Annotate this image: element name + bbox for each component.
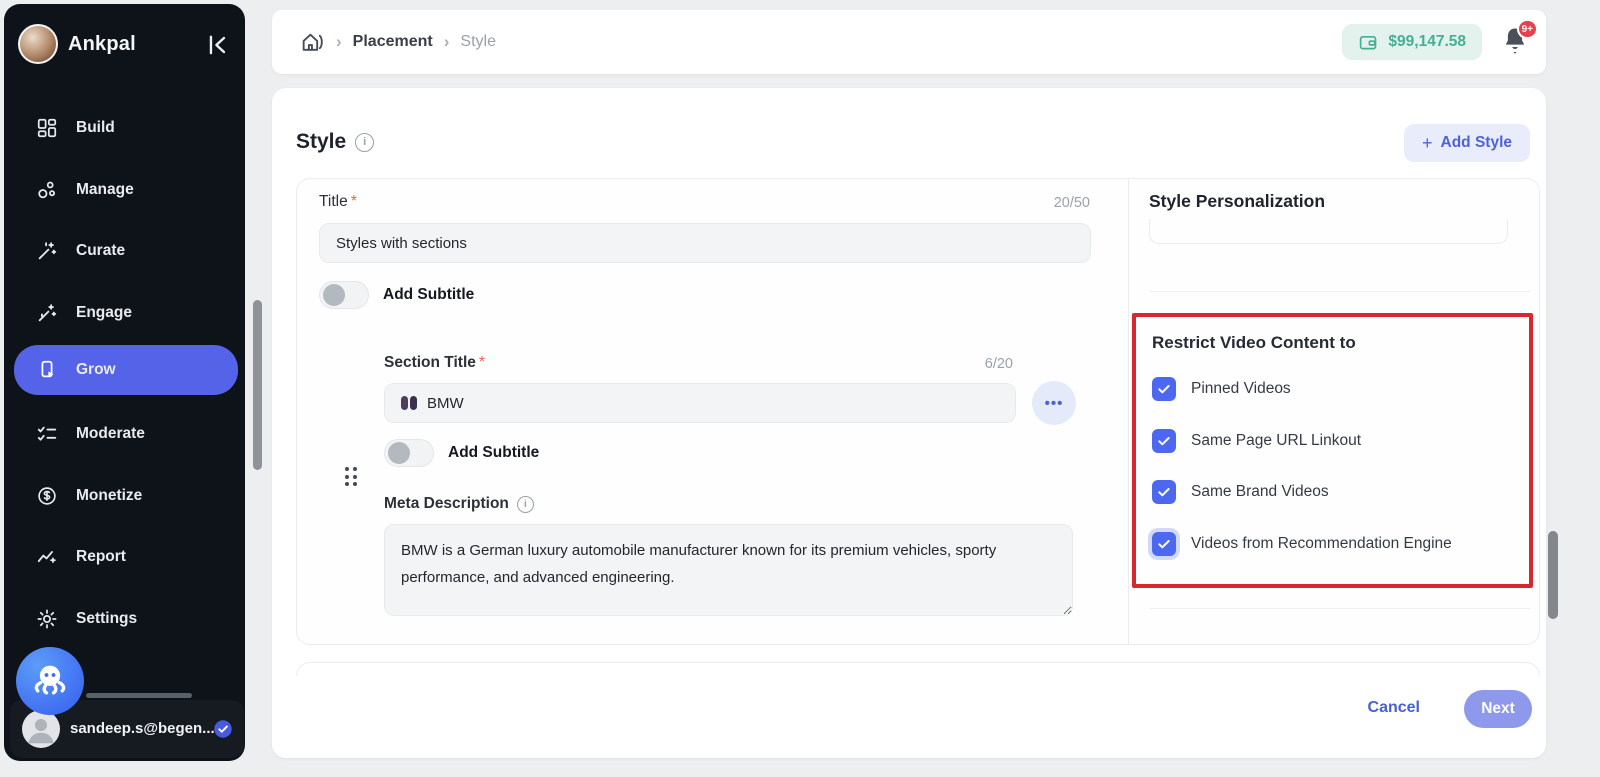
page-title: Style i — [296, 130, 374, 154]
meta-description-textarea[interactable]: BMW is a German luxury automobile manufa… — [384, 524, 1073, 616]
checkbox-checked-icon[interactable] — [1152, 429, 1176, 453]
checkbox-checked-icon[interactable] — [1152, 532, 1176, 556]
sidebar-item-manage[interactable]: Manage — [14, 168, 238, 212]
add-style-button[interactable]: + Add Style — [1404, 124, 1530, 162]
gear-icon — [36, 608, 58, 630]
trend-icon — [36, 546, 58, 568]
meta-description-label: Meta Description i — [384, 495, 534, 513]
home-icon[interactable] — [300, 30, 325, 55]
add-subtitle-row: Add Subtitle — [319, 281, 474, 309]
info-icon[interactable]: i — [517, 496, 534, 513]
breadcrumb-bar: › Placement › Style $99,147.58 9+ — [272, 10, 1546, 74]
section-title-input[interactable]: BMW — [384, 383, 1016, 423]
section-add-subtitle-toggle[interactable] — [384, 439, 434, 467]
option-same-brand-videos[interactable]: Same Brand Videos — [1152, 480, 1329, 504]
sidebar-item-label: Settings — [76, 610, 137, 628]
sidebar-item-curate[interactable]: Curate — [14, 229, 238, 273]
device-play-icon — [36, 359, 58, 381]
breadcrumb-style: Style — [460, 33, 496, 51]
info-icon[interactable]: i — [355, 133, 374, 152]
sidebar-item-settings[interactable]: Settings — [14, 597, 238, 641]
toggle-knob — [323, 284, 345, 306]
sidebar-item-build[interactable]: Build — [14, 106, 238, 150]
sidebar-item-engage[interactable]: Engage — [14, 291, 238, 335]
restrict-heading: Restrict Video Content to — [1152, 333, 1356, 353]
plus-icon: + — [1422, 133, 1433, 154]
sidebar-item-label: Manage — [76, 181, 134, 199]
section-title-label: Section Title* — [384, 354, 485, 372]
grid-icon — [36, 117, 58, 139]
wand-sparkles-icon — [36, 302, 58, 324]
dollar-circle-icon — [36, 485, 58, 507]
section-title-value: BMW — [427, 395, 464, 412]
sidebar-collapse-icon[interactable] — [205, 32, 231, 58]
checkbox-checked-icon[interactable] — [1152, 480, 1176, 504]
assistant-octopus-button[interactable] — [16, 647, 84, 715]
title-label: Title* — [319, 193, 357, 211]
sidebar-item-label: Curate — [76, 242, 125, 260]
option-same-page-url-linkout[interactable]: Same Page URL Linkout — [1152, 429, 1361, 453]
option-pinned-videos[interactable]: Pinned Videos — [1152, 377, 1291, 401]
nodes-icon — [36, 179, 58, 201]
sidebar-item-label: Monetize — [76, 487, 142, 505]
breadcrumb-separator: › — [444, 32, 450, 52]
user-avatar — [22, 710, 60, 748]
title-char-counter: 20/50 — [1054, 195, 1090, 211]
panel-vertical-scrollbar[interactable] — [1548, 531, 1558, 619]
next-button[interactable]: Next — [1464, 690, 1532, 728]
section-more-button[interactable]: ••• — [1032, 381, 1076, 425]
sidebar-horizontal-scrollbar[interactable] — [86, 693, 192, 698]
octopus-icon — [29, 660, 71, 702]
wallet-balance: $99,147.58 — [1388, 33, 1466, 51]
section-char-counter: 6/20 — [985, 356, 1013, 372]
style-personalization-panel: Style Personalization Restrict Video Con… — [1129, 179, 1540, 644]
notification-count-badge: 9+ — [1517, 19, 1538, 39]
required-marker: * — [479, 354, 485, 371]
sidebar-item-grow[interactable]: Grow — [14, 345, 238, 395]
sidebar: Ankpal Build Manage — [4, 4, 245, 761]
app-name: Ankpal — [68, 33, 136, 56]
sidebar-item-moderate[interactable]: Moderate — [14, 412, 238, 456]
sidebar-item-report[interactable]: Report — [14, 535, 238, 579]
sidebar-item-label: Build — [76, 119, 115, 137]
wallet-icon — [1358, 32, 1379, 53]
form-footer: Cancel Next — [272, 676, 1546, 758]
cutoff-field — [1149, 219, 1508, 244]
add-subtitle-toggle[interactable] — [319, 281, 369, 309]
sidebar-item-label: Engage — [76, 304, 132, 322]
breadcrumb-separator: › — [336, 32, 342, 52]
sidebar-item-label: Report — [76, 548, 126, 566]
personalization-title: Style Personalization — [1149, 191, 1325, 212]
required-marker: * — [351, 193, 357, 210]
checklist-icon — [36, 423, 58, 445]
toggle-knob — [388, 442, 410, 464]
add-subtitle-label: Add Subtitle — [383, 286, 474, 304]
workspace-avatar[interactable] — [18, 24, 58, 64]
sidebar-item-label: Grow — [76, 361, 116, 379]
style-form: Title* 20/50 Add Subtitle Section Title*… — [297, 179, 1129, 644]
option-videos-from-recommendation-engine[interactable]: Videos from Recommendation Engine — [1152, 532, 1452, 556]
bmw-emoji-icon — [401, 396, 417, 410]
divider — [1149, 608, 1531, 609]
wand-icon — [36, 240, 58, 262]
user-email: sandeep.s@begen... — [70, 720, 215, 737]
restrict-video-highlight-box: Restrict Video Content to Pinned Videos … — [1132, 313, 1533, 588]
section-add-subtitle-row: Add Subtitle — [384, 439, 539, 467]
divider — [1149, 291, 1531, 292]
wallet-balance-badge[interactable]: $99,147.58 — [1342, 24, 1482, 60]
title-input[interactable] — [319, 223, 1091, 263]
notifications-button[interactable]: 9+ — [1500, 24, 1534, 60]
section-drag-handle-icon[interactable] — [345, 467, 360, 491]
style-editor-container: Title* 20/50 Add Subtitle Section Title*… — [296, 178, 1540, 645]
section-add-subtitle-label: Add Subtitle — [448, 444, 539, 462]
sidebar-item-monetize[interactable]: Monetize — [14, 474, 238, 518]
sidebar-item-label: Moderate — [76, 425, 145, 443]
app: Ankpal Build Manage — [0, 0, 1600, 777]
verified-badge-icon — [212, 718, 234, 740]
cancel-button[interactable]: Cancel — [1362, 698, 1426, 718]
breadcrumb-placement[interactable]: Placement — [353, 33, 433, 51]
checkbox-checked-icon[interactable] — [1152, 377, 1176, 401]
page-vertical-scrollbar[interactable] — [253, 300, 262, 470]
style-panel: Style i + Add Style Title* 20/50 Add Sub… — [272, 88, 1546, 758]
